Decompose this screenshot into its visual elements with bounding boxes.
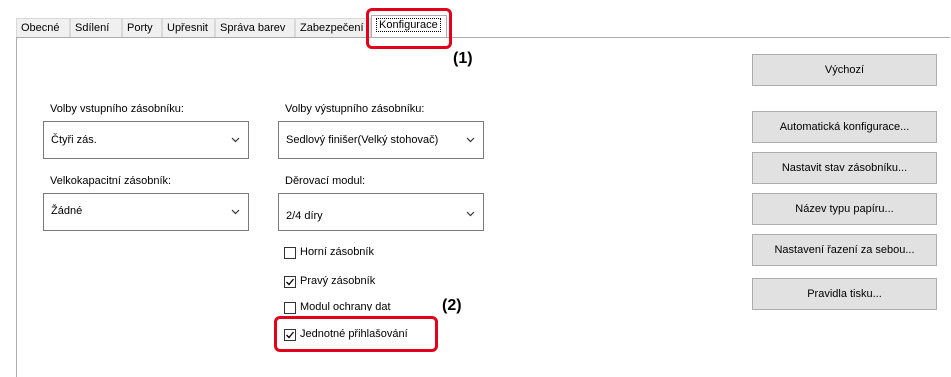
input-tray-label: Volby vstupního zásobníku:: [50, 103, 184, 115]
tab-advanced[interactable]: Upřesnit: [162, 18, 215, 37]
lcc-label: Velkokapacitní zásobník:: [50, 175, 172, 187]
chevron-down-icon: [231, 137, 240, 143]
auto-config-button[interactable]: Automatická konfigurace...: [752, 111, 937, 143]
callout-1: (1): [453, 50, 473, 67]
lcc-value: Žádné: [51, 205, 83, 217]
output-tray-select[interactable]: Sedlový finišer(Velký stohovač): [278, 121, 484, 159]
tab-color-management[interactable]: Správa barev: [215, 18, 295, 37]
checkmark-icon: [286, 278, 295, 286]
tab-ports[interactable]: Porty: [122, 18, 162, 37]
punch-select[interactable]: 2/4 díry: [278, 193, 484, 231]
checkbox-data-security-label: Modul ochrany dat: [300, 301, 391, 311]
lcc-select[interactable]: Žádné: [43, 193, 249, 231]
punch-value: 2/4 díry: [286, 210, 323, 222]
print-rules-button[interactable]: Pravidla tisku...: [752, 278, 937, 310]
paper-type-name-button[interactable]: Název typu papíru...: [752, 193, 937, 225]
tab-sharing[interactable]: Sdílení: [70, 18, 122, 37]
checkbox-data-security[interactable]: [284, 302, 296, 314]
tray-status-button[interactable]: Nastavit stav zásobníku...: [752, 152, 937, 184]
input-tray-value: Čtyři zás.: [51, 134, 97, 146]
punch-label: Děrovací modul:: [285, 175, 366, 187]
checkbox-upper-tray-label: Horní zásobník: [300, 246, 374, 258]
tab-sharing-label: Sdílení: [75, 22, 110, 34]
tab-color-management-label: Správa barev: [220, 22, 286, 34]
tab-general[interactable]: Obecné: [16, 18, 70, 37]
checkbox-right-tray-label: Pravý zásobník: [300, 275, 376, 287]
callout-2: (2): [442, 297, 462, 314]
highlight-configuration-tab: [366, 8, 452, 49]
tab-security-label: Zabezpečení: [300, 22, 364, 34]
input-tray-select[interactable]: Čtyři zás.: [43, 121, 249, 159]
chevron-down-icon: [466, 137, 475, 143]
tab-general-label: Obecné: [21, 22, 60, 34]
checkbox-right-tray[interactable]: [284, 276, 296, 288]
output-tray-label: Volby výstupního zásobníku:: [285, 103, 425, 115]
chevron-down-icon: [231, 209, 240, 215]
tab-security[interactable]: Zabezpečení: [295, 18, 371, 37]
default-button[interactable]: Výchozí: [752, 54, 937, 86]
highlight-single-sign-on: [274, 316, 438, 352]
tab-ports-label: Porty: [127, 22, 153, 34]
tab-advanced-label: Upřesnit: [167, 22, 208, 34]
chevron-down-icon: [466, 211, 475, 217]
output-tray-value: Sedlový finišer(Velký stohovač): [286, 134, 439, 146]
checkbox-upper-tray[interactable]: [284, 247, 296, 259]
sequence-settings-button[interactable]: Nastavení řazení za sebou...: [752, 234, 937, 266]
